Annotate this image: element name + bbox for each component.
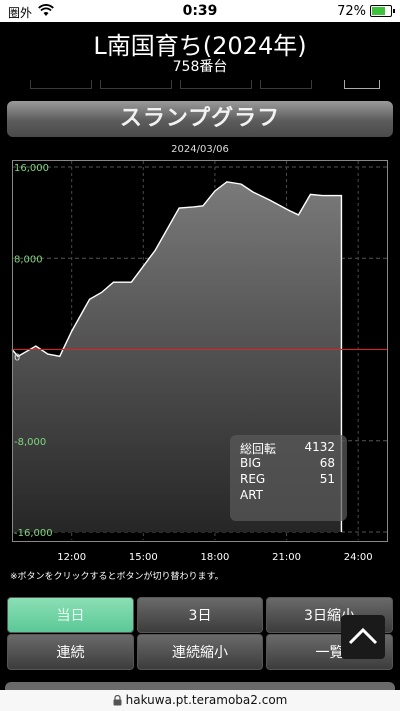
hidden-tab-edge [260,80,312,89]
slump-graph-heading: スランプグラフ [7,101,393,137]
x-tick-label: 24:00 [344,552,373,563]
next-panel-edge [5,682,395,690]
slump-graph-title: スランプグラフ [119,106,281,131]
y-tick-label: 16,000 [14,163,49,174]
battery-icon [370,5,395,17]
status-bar: 圏外 0:39 72% [0,0,400,22]
y-tick-label: 8,000 [14,254,43,265]
browser-url-bar[interactable]: hakuwa.pt.teramoba2.com [0,690,400,711]
stats-value: 68 [319,456,335,470]
page-header: L南国育ち(2024年) 758番台 [0,22,400,96]
scroll-to-top-button[interactable] [341,615,385,659]
x-tick-label: 15:00 [129,552,158,563]
stats-label: ART [240,488,264,502]
stats-label: 総回転 [240,442,277,456]
x-tick-label: 12:00 [57,552,86,563]
chevron-up-icon [348,627,378,645]
hidden-tab-edge [100,80,172,89]
three-days-button[interactable]: 3日 [137,597,263,633]
chart-date: 2024/03/06 [171,144,229,155]
x-tick-label: 21:00 [272,552,301,563]
stats-value: 4132 [304,440,335,454]
stats-row: ART [240,488,335,503]
hidden-icon-edge [344,80,380,89]
stats-row: REG 51 [240,472,335,487]
stats-label: BIG [240,456,262,470]
y-tick-label: -16,000 [14,528,53,539]
battery-percent: 72% [337,4,366,19]
url-text: hakuwa.pt.teramoba2.com [125,693,288,707]
button-note: ※ボタンをクリックするとボタンが切り替わります。 [10,572,224,582]
stats-value: 51 [319,472,335,486]
hidden-tab-edge [30,80,92,89]
stats-label: REG [240,472,266,486]
y-tick-label: 0 [14,353,20,364]
stats-row: 総回転 4132 [240,440,335,456]
continuous-button[interactable]: 連続 [7,634,134,670]
machine-number: 758番台 [172,59,228,75]
lock-icon [113,695,122,706]
today-button[interactable]: 当日 [7,597,134,633]
hidden-tab-edge [180,80,252,89]
y-tick-label: -8,000 [14,437,46,448]
continuous-small-button[interactable]: 連続縮小 [137,634,263,670]
stats-row: BIG 68 [240,456,335,471]
stats-panel: 総回転 4132 BIG 68 REG 51 ART [230,435,347,521]
x-tick-label: 18:00 [201,552,230,563]
